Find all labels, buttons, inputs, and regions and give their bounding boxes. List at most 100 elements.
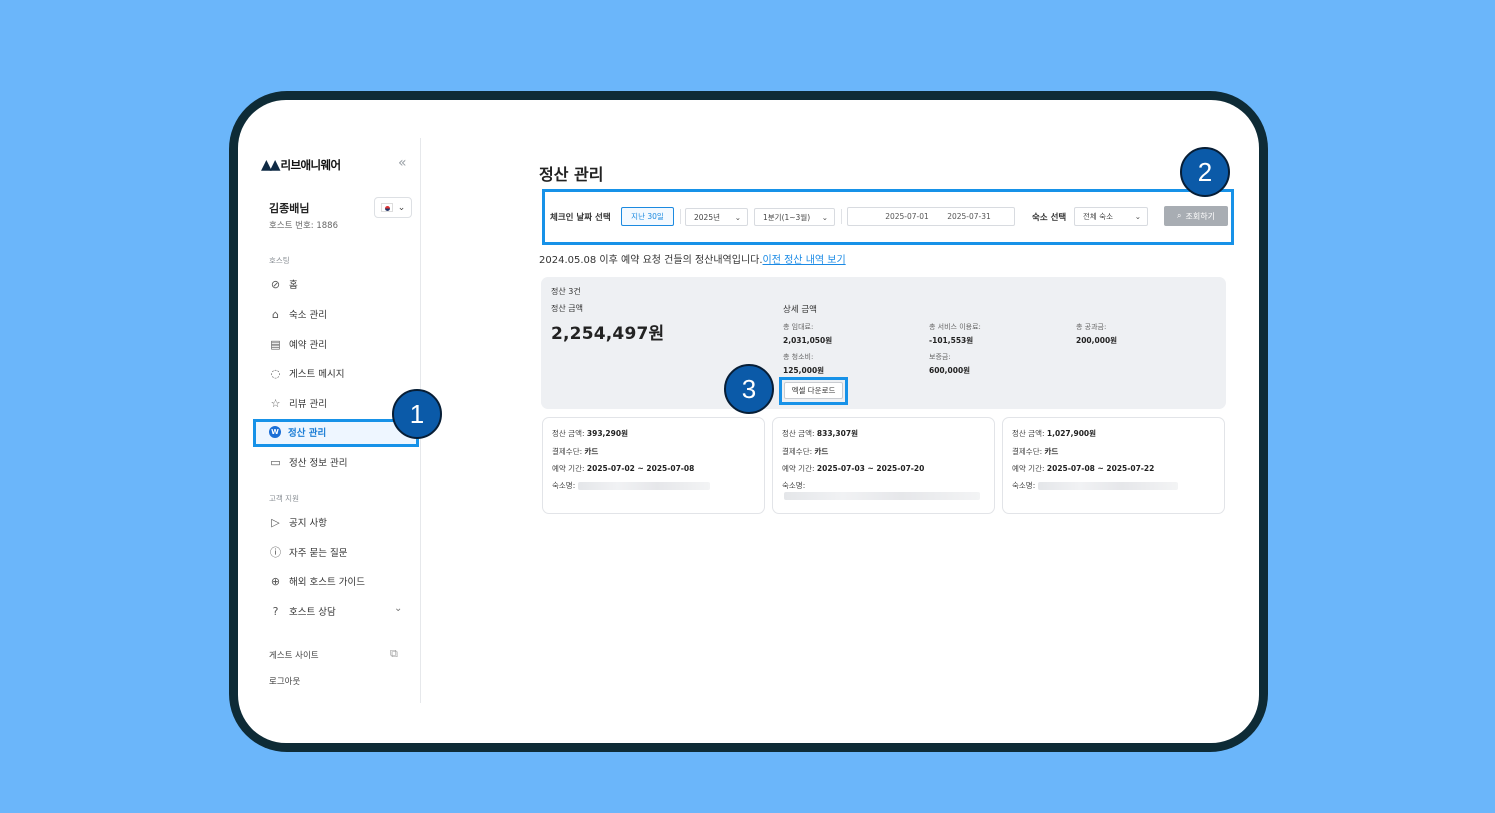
redacted-property-name bbox=[577, 482, 710, 490]
sidebar-item-messages[interactable]: ◌ 게스트 메시지 bbox=[269, 366, 345, 381]
detail-value: 600,000원 bbox=[929, 366, 971, 375]
card-period-value: 2025-07-03 ~ 2025-07-20 bbox=[816, 464, 925, 473]
sidebar-item-faq[interactable]: ⓘ 자주 묻는 질문 bbox=[269, 545, 347, 559]
page-title: 정산 관리 bbox=[539, 165, 604, 184]
card-amount-value: 393,290원 bbox=[586, 429, 628, 438]
card-method-label: 결제수단: bbox=[1012, 447, 1043, 456]
chevron-down-icon: ⌄ bbox=[397, 202, 406, 213]
card-method: 결제수단: 카드 bbox=[1012, 446, 1058, 457]
document-icon: ▭ bbox=[270, 455, 281, 469]
sidebar-item-property[interactable]: ⌂ 숙소 관리 bbox=[269, 307, 327, 322]
notice-text: 2024.05.08 이후 예약 요청 건들의 정산내역입니다. bbox=[539, 255, 763, 266]
megaphone-icon: ▷ bbox=[271, 515, 280, 529]
settlement-card[interactable]: 정산 금액: 1,027,900원 결제수단: 카드 예약 기간: 2025-0… bbox=[1002, 417, 1225, 514]
card-property: 숙소명: bbox=[1012, 480, 1178, 491]
amount-label: 정산 금액 bbox=[551, 304, 583, 313]
detail-value: -101,553원 bbox=[929, 336, 974, 345]
detail-label: 총 청소비: bbox=[783, 353, 814, 361]
detail-value: 200,000원 bbox=[1076, 336, 1118, 345]
language-select[interactable]: ⌄ bbox=[374, 197, 412, 218]
sidebar-item-reservations[interactable]: ▤ 예약 관리 bbox=[269, 337, 327, 352]
sidebar-item-label: 정산 관리 bbox=[288, 428, 327, 439]
sidebar-item-notices[interactable]: ▷ 공지 사항 bbox=[269, 515, 327, 530]
card-period-label: 예약 기간: bbox=[552, 464, 585, 473]
detail-label: 총 임대료: bbox=[783, 323, 814, 331]
previous-history-link[interactable]: 이전 정산 내역 보기 bbox=[763, 255, 846, 266]
logout-link[interactable]: 로그아웃 bbox=[269, 675, 300, 687]
callout-badge-3: 3 bbox=[724, 364, 774, 414]
collapse-sidebar-icon[interactable]: « bbox=[398, 155, 407, 171]
card-method-label: 결제수단: bbox=[552, 447, 583, 456]
quarter-select[interactable]: 1분기(1~3월) ⌄ bbox=[754, 208, 835, 226]
search-button-label: 조회하기 bbox=[1185, 211, 1215, 221]
card-method-value: 카드 bbox=[814, 447, 829, 456]
checkin-label: 체크인 날짜 선택 bbox=[550, 213, 611, 223]
date-from[interactable]: 2025-07-01 bbox=[885, 212, 929, 221]
chip-recent-30-days[interactable]: 지난 30일 bbox=[621, 207, 674, 226]
date-to[interactable]: 2025-07-31 bbox=[947, 212, 991, 221]
sidebar-item-label: 정산 정보 관리 bbox=[289, 458, 348, 469]
chevron-down-icon: ⌄ bbox=[1134, 212, 1141, 221]
external-link-icon[interactable]: ⧉ bbox=[390, 647, 398, 661]
app-screen: ▲▲ 리브애니웨어 « 김종배님 호스트 번호: 1886 ⌄ 호스팅 ⊘ 홈 … bbox=[238, 100, 1259, 743]
card-period-label: 예약 기간: bbox=[782, 464, 815, 473]
card-method-label: 결제수단: bbox=[782, 447, 813, 456]
sidebar-item-guide[interactable]: ⊕ 해외 호스트 가이드 bbox=[269, 574, 365, 589]
logo-mark-icon: ▲▲ bbox=[261, 157, 280, 173]
detail-value: 125,000원 bbox=[783, 366, 825, 375]
property-label: 숙소 선택 bbox=[1032, 213, 1067, 223]
excel-download-button[interactable]: 엑셀 다운로드 bbox=[784, 382, 843, 399]
star-icon: ☆ bbox=[270, 396, 281, 410]
sidebar-item-home[interactable]: ⊘ 홈 bbox=[269, 277, 298, 292]
divider bbox=[680, 209, 681, 224]
total-amount: 2,254,497원 bbox=[551, 324, 665, 344]
redacted-property-name bbox=[784, 492, 980, 500]
card-amount-label: 정산 금액: bbox=[552, 429, 585, 438]
settlement-card[interactable]: 정산 금액: 833,307원 결제수단: 카드 예약 기간: 2025-07-… bbox=[772, 417, 995, 514]
card-method-value: 카드 bbox=[584, 447, 599, 456]
sidebar-item-label: 해외 호스트 가이드 bbox=[289, 577, 365, 588]
divider bbox=[841, 209, 842, 224]
sidebar-item-settlement-info[interactable]: ▭ 정산 정보 관리 bbox=[269, 455, 348, 470]
callout-badge-1: 1 bbox=[392, 389, 442, 439]
settlement-count: 정산 3건 bbox=[551, 287, 581, 296]
year-select[interactable]: 2025년 ⌄ bbox=[685, 208, 748, 226]
brand-logo[interactable]: ▲▲ 리브애니웨어 bbox=[261, 157, 341, 173]
card-property: 숙소명: bbox=[552, 480, 710, 491]
korea-flag-icon bbox=[380, 203, 393, 212]
sidebar-item-label: 리뷰 관리 bbox=[289, 399, 327, 410]
section-label-hosting: 호스팅 bbox=[269, 256, 290, 265]
detail-label: 총 서비스 이용료: bbox=[929, 323, 981, 331]
guest-site-link[interactable]: 게스트 사이트 bbox=[269, 649, 319, 661]
search-button[interactable]: ⌕ 조회하기 bbox=[1164, 206, 1228, 226]
check-circle-icon: ⊘ bbox=[270, 277, 281, 291]
property-select[interactable]: 전체 숙소 ⌄ bbox=[1074, 207, 1148, 226]
house-icon: ⌂ bbox=[272, 307, 279, 321]
sidebar-item-consult[interactable]: ? 호스트 상담 bbox=[269, 604, 336, 619]
sidebar-item-reviews[interactable]: ☆ 리뷰 관리 bbox=[269, 396, 327, 411]
card-period: 예약 기간: 2025-07-03 ~ 2025-07-20 bbox=[782, 463, 924, 474]
sidebar-item-label: 홈 bbox=[289, 280, 298, 291]
card-amount: 정산 금액: 1,027,900원 bbox=[1012, 428, 1096, 439]
card-period-value: 2025-07-08 ~ 2025-07-22 bbox=[1046, 464, 1155, 473]
card-period: 예약 기간: 2025-07-02 ~ 2025-07-08 bbox=[552, 463, 694, 474]
w-coin-icon: W bbox=[269, 426, 281, 438]
card-property: 숙소명: bbox=[782, 480, 805, 491]
card-amount-value: 833,307원 bbox=[816, 429, 858, 438]
card-amount-value: 1,027,900원 bbox=[1046, 429, 1097, 438]
host-number: 호스트 번호: 1886 bbox=[269, 221, 338, 231]
date-range-input[interactable]: 2025-07-01 2025-07-31 bbox=[847, 207, 1015, 226]
help-icon: ? bbox=[272, 604, 279, 618]
chevron-down-icon[interactable]: ⌄ bbox=[394, 603, 402, 614]
clipboard-icon: ▤ bbox=[270, 337, 281, 351]
card-period-label: 예약 기간: bbox=[1012, 464, 1045, 473]
detail-title: 상세 금액 bbox=[783, 305, 817, 315]
sidebar-item-label: 공지 사항 bbox=[289, 518, 327, 529]
card-method: 결제수단: 카드 bbox=[552, 446, 598, 457]
sidebar-item-settlement[interactable]: W 정산 관리 bbox=[269, 425, 326, 439]
property-select-value: 전체 숙소 bbox=[1083, 212, 1113, 221]
settlement-card[interactable]: 정산 금액: 393,290원 결제수단: 카드 예약 기간: 2025-07-… bbox=[542, 417, 765, 514]
year-select-value: 2025년 bbox=[694, 212, 720, 222]
detail-label: 총 공과금: bbox=[1076, 323, 1107, 331]
card-method-value: 카드 bbox=[1044, 447, 1059, 456]
